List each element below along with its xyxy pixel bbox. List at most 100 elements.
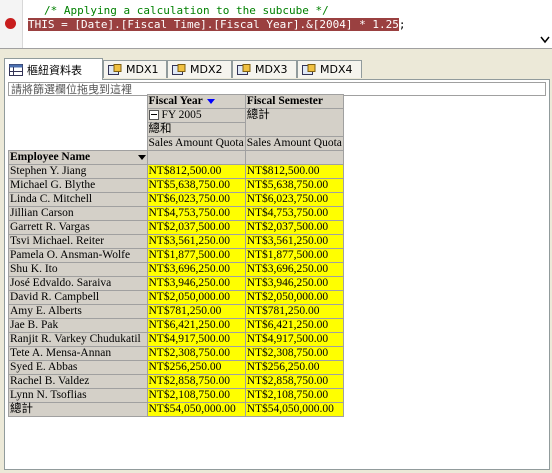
row-label[interactable]: Tete A. Mensa-Annan <box>8 346 148 361</box>
pivot-table: Fiscal Year Fiscal Semester FY 2005 總計 總… <box>8 94 344 417</box>
mdx-query-icon <box>172 63 186 75</box>
value-cell: NT$2,050,000.00 <box>244 290 344 305</box>
pivot-table-icon <box>9 63 23 76</box>
row-label[interactable]: David R. Campbell <box>8 290 148 305</box>
col-field-fiscal-semester[interactable]: Fiscal Semester <box>244 94 344 109</box>
editor-gutter <box>0 0 23 48</box>
row-label[interactable]: José Edvaldo. Saraiva <box>8 276 148 291</box>
value-cell: NT$4,917,500.00 <box>244 332 344 347</box>
statement-terminator: ; <box>398 18 406 31</box>
value-cell: NT$6,023,750.00 <box>244 192 344 207</box>
row-label[interactable]: Jae B. Pak <box>8 318 148 333</box>
tab-label: MDX4 <box>320 63 353 76</box>
code-comment: /* Applying a calculation to the subcube… <box>44 4 329 17</box>
collapse-icon[interactable] <box>148 110 159 121</box>
value-cell: NT$2,037,500.00 <box>146 220 246 235</box>
table-row: Syed E. Abbas NT$256,250.00 NT$256,250.00 <box>8 360 344 375</box>
table-row: Amy E. Alberts NT$781,250.00 NT$781,250.00 <box>8 304 344 319</box>
row-label[interactable]: Amy E. Alberts <box>8 304 148 319</box>
table-row: Tete A. Mensa-Annan NT$2,308,750.00 NT$2,3… <box>8 346 344 361</box>
grand-total-row: 總計 NT$54,050,000.00 NT$54,050,000.00 <box>8 402 344 417</box>
value-cell: NT$5,638,750.00 <box>146 178 246 193</box>
value-cell: NT$3,696,250.00 <box>146 262 246 277</box>
measure-header: Sales Amount Quota <box>244 136 344 151</box>
row-label[interactable]: Ranjit R. Varkey Chudukatil <box>8 332 148 347</box>
value-cell: NT$2,308,750.00 <box>244 346 344 361</box>
value-cell: NT$3,696,250.00 <box>244 262 344 277</box>
tab-mdx4[interactable]: MDX4 <box>297 60 362 78</box>
row-label[interactable]: Jillian Carson <box>8 206 148 221</box>
col-field-fiscal-year[interactable]: Fiscal Year <box>146 94 246 109</box>
row-field-employee-name[interactable]: Employee Name <box>8 150 148 165</box>
value-cell: NT$6,023,750.00 <box>146 192 246 207</box>
value-cell: NT$3,946,250.00 <box>244 276 344 291</box>
value-cell: NT$781,250.00 <box>146 304 246 319</box>
breakpoint-icon[interactable] <box>5 18 16 29</box>
row-label: 總計 <box>8 402 148 417</box>
grand-total-col-header: 總計 <box>244 108 344 137</box>
table-row: David R. Campbell NT$2,050,000.00 NT$2,050… <box>8 290 344 305</box>
table-row: Ranjit R. Varkey Chudukatil NT$4,917,500.… <box>8 332 344 347</box>
pivot-rows: Stephen Y. Jiang NT$812,500.00 NT$812,500.… <box>8 164 344 403</box>
row-label[interactable]: Lynn N. Tsoflias <box>8 388 148 403</box>
value-cell: NT$3,561,250.00 <box>244 234 344 249</box>
row-label[interactable]: Shu K. Ito <box>8 262 148 277</box>
tab-mdx1[interactable]: MDX1 <box>103 60 167 78</box>
value-cell: NT$256,250.00 <box>146 360 246 375</box>
tab-pivot-table[interactable]: 樞紐資料表 <box>4 58 103 80</box>
dropdown-arrow-icon[interactable] <box>206 98 215 104</box>
highlighted-statement: THIS = [Date].[Fiscal Time].[Fiscal Year… <box>28 18 399 31</box>
table-row: Pamela O. Ansman-Wolfe NT$1,877,500.00 NT$… <box>8 248 344 263</box>
subtotal-header: 總和 <box>146 122 246 137</box>
table-row: José Edvaldo. Saraiva NT$3,946,250.00 NT$3… <box>8 276 344 291</box>
dropdown-arrow-icon[interactable] <box>137 155 146 160</box>
value-cell: NT$1,877,500.00 <box>244 248 344 263</box>
value-cell: NT$3,561,250.00 <box>146 234 246 249</box>
value-cell: NT$812,500.00 <box>146 164 246 179</box>
row-label[interactable]: Linda C. Mitchell <box>8 192 148 207</box>
measure-header: Sales Amount Quota <box>146 136 246 151</box>
value-cell: NT$2,050,000.00 <box>146 290 246 305</box>
mdx-query-icon <box>302 63 316 75</box>
table-row: Linda C. Mitchell NT$6,023,750.00 NT$6,023… <box>8 192 344 207</box>
row-label[interactable]: Rachel B. Valdez <box>8 374 148 389</box>
value-cell: NT$4,917,500.00 <box>146 332 246 347</box>
value-cell: NT$4,753,750.00 <box>146 206 246 221</box>
value-cell: NT$5,638,750.00 <box>244 178 344 193</box>
table-row: Stephen Y. Jiang NT$812,500.00 NT$812,500.… <box>8 164 344 179</box>
value-cell: NT$1,877,500.00 <box>146 248 246 263</box>
value-cell: NT$781,250.00 <box>244 304 344 319</box>
value-cell: NT$2,308,750.00 <box>146 346 246 361</box>
value-cell: NT$2,108,750.00 <box>244 388 344 403</box>
tab-label: MDX3 <box>255 63 288 76</box>
value-cell: NT$2,108,750.00 <box>146 388 246 403</box>
tab-mdx3[interactable]: MDX3 <box>232 60 297 78</box>
mdx-script-editor[interactable]: /* Applying a calculation to the subcube… <box>0 0 552 49</box>
mdx-query-icon <box>108 63 122 75</box>
value-cell: NT$3,946,250.00 <box>146 276 246 291</box>
tab-mdx2[interactable]: MDX2 <box>167 60 232 78</box>
table-row: Shu K. Ito NT$3,696,250.00 NT$3,696,250.00 <box>8 262 344 277</box>
value-cell: NT$256,250.00 <box>244 360 344 375</box>
tab-label: MDX2 <box>190 63 223 76</box>
pivot-table-panel: 請將篩選欄位拖曳到這裡 Fiscal Year Fiscal Semester … <box>4 79 550 470</box>
table-row: Garrett R. Vargas NT$2,037,500.00 NT$2,037… <box>8 220 344 235</box>
value-cell: NT$812,500.00 <box>244 164 344 179</box>
fy2005-header[interactable]: FY 2005 <box>146 108 246 123</box>
value-cell: NT$54,050,000.00 <box>146 402 246 417</box>
table-row: Jae B. Pak NT$6,421,250.00 NT$6,421,250.00 <box>8 318 344 333</box>
row-label[interactable]: Stephen Y. Jiang <box>8 164 148 179</box>
row-label[interactable]: Michael G. Blythe <box>8 178 148 193</box>
table-row: Lynn N. Tsoflias NT$2,108,750.00 NT$2,108,… <box>8 388 344 403</box>
row-label[interactable]: Syed E. Abbas <box>8 360 148 375</box>
value-cell: NT$54,050,000.00 <box>244 402 344 417</box>
row-label[interactable]: Pamela O. Ansman-Wolfe <box>8 248 148 263</box>
code-statement: THIS = [Date].[Fiscal Time].[Fiscal Year… <box>28 18 406 31</box>
row-label[interactable]: Garrett R. Vargas <box>8 220 148 235</box>
tab-label: 樞紐資料表 <box>27 63 82 77</box>
value-cell: NT$2,858,750.00 <box>244 374 344 389</box>
value-cell: NT$6,421,250.00 <box>146 318 246 333</box>
table-row: Jillian Carson NT$4,753,750.00 NT$4,753,75… <box>8 206 344 221</box>
scroll-down-icon[interactable] <box>540 36 550 44</box>
row-label[interactable]: Tsvi Michael. Reiter <box>8 234 148 249</box>
